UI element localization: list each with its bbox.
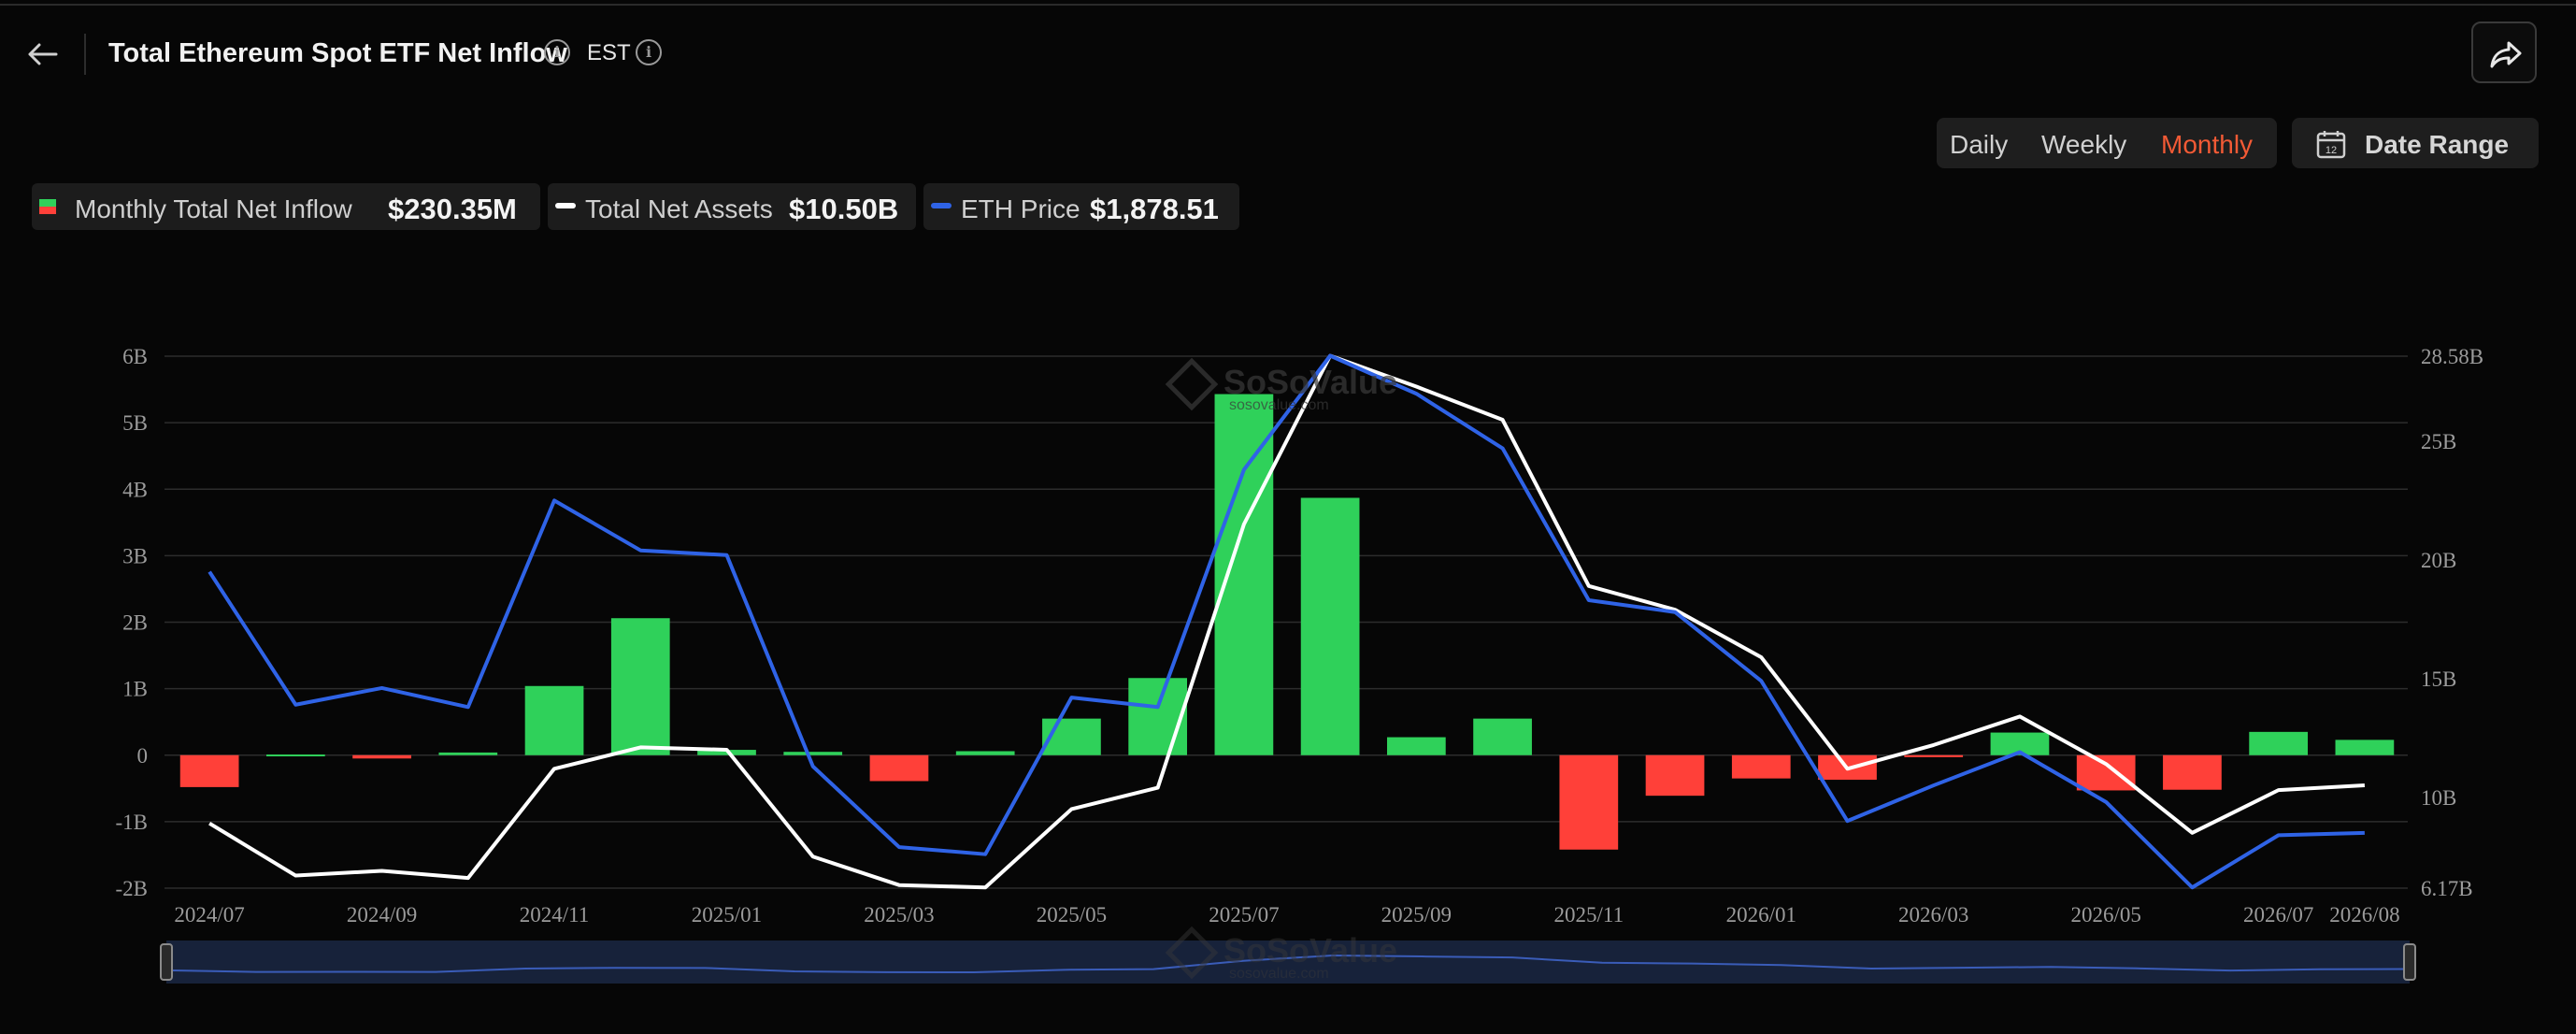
- y-left-tick-label: 2B: [122, 611, 148, 635]
- x-tick-label: 2024/09: [347, 903, 417, 926]
- x-tick-label: 2026/03: [1898, 903, 1968, 926]
- inflow-bar: [1214, 394, 1274, 755]
- y-left-tick-label: 5B: [122, 411, 148, 435]
- sosovalue-logo-icon: [1165, 358, 1219, 411]
- x-tick-label: 2024/11: [520, 903, 590, 926]
- y-right-tick-label: 20B: [2421, 549, 2456, 572]
- inflow-bar: [1300, 497, 1360, 755]
- inflow-bar: [783, 752, 843, 755]
- y-right-tick-label: 10B: [2421, 786, 2456, 810]
- y-left-tick-label: 6B: [122, 345, 148, 368]
- navigator-handle[interactable]: [2403, 943, 2416, 981]
- x-tick-label: 2025/09: [1381, 903, 1452, 926]
- inflow-bar: [1473, 718, 1532, 755]
- inflow-bar: [1559, 754, 1619, 850]
- inflow-bar: [352, 754, 411, 759]
- inflow-bar: [265, 754, 325, 757]
- y-left-tick-label: -2B: [116, 877, 149, 900]
- inflow-bar: [2076, 754, 2136, 791]
- x-tick-label: 2025/07: [1209, 903, 1279, 926]
- y-right-tick-label: 15B: [2421, 668, 2456, 691]
- y-right-tick-label: 25B: [2421, 430, 2456, 453]
- inflow-bar: [1904, 754, 1964, 757]
- x-tick-label: 2026/05: [2070, 903, 2140, 926]
- inflow-chart[interactable]: 6B 5B 4B 3B 2B 1B 0 -1B -2B 28.58B 25B 20B 15B 10B 6.1…: [0, 0, 2576, 1034]
- y-left-tick-label: 4B: [122, 478, 148, 501]
- inflow-bar: [1128, 678, 1188, 755]
- sosovalue-logo-icon: [1165, 926, 1219, 980]
- y-left-tick-label: 3B: [122, 544, 148, 567]
- y-left-tick-label: 0: [137, 744, 149, 768]
- y-right-tick-label: 28.58B: [2421, 345, 2483, 368]
- x-tick-label: 2026/08: [2329, 903, 2399, 926]
- inflow-bar: [179, 754, 239, 787]
- x-tick-label: 2025/01: [692, 903, 762, 926]
- watermark: SoSoValue sosovalue.com: [1165, 358, 1397, 414]
- inflow-bar: [524, 685, 584, 755]
- x-tick-label: 2025/05: [1037, 903, 1107, 926]
- inflow-bar: [869, 754, 929, 782]
- inflow-bar: [1731, 754, 1791, 779]
- inflow-bar: [2163, 754, 2222, 790]
- inflow-bar: [438, 752, 498, 755]
- y-left-tick-label: 1B: [122, 678, 148, 701]
- x-tick-label: 2025/03: [864, 903, 934, 926]
- x-tick-label: 2024/07: [174, 903, 244, 926]
- x-tick-label: 2026/07: [2243, 903, 2313, 926]
- y-right-tick-label: 6.17B: [2421, 877, 2473, 900]
- inflow-bar: [1645, 754, 1705, 797]
- inflow-bar: [2249, 731, 2309, 755]
- watermark-navigator: SoSoValue sosovalue.com: [1165, 926, 1397, 983]
- x-tick-label: 2026/01: [1726, 903, 1796, 926]
- inflow-bar: [610, 618, 670, 755]
- y-left-tick-label: -1B: [116, 811, 149, 834]
- inflow-bar: [955, 751, 1015, 755]
- x-tick-label: 2025/11: [1554, 903, 1624, 926]
- inflow-bar: [1386, 737, 1446, 755]
- navigator-handle[interactable]: [160, 943, 173, 981]
- inflow-bar: [2335, 740, 2395, 755]
